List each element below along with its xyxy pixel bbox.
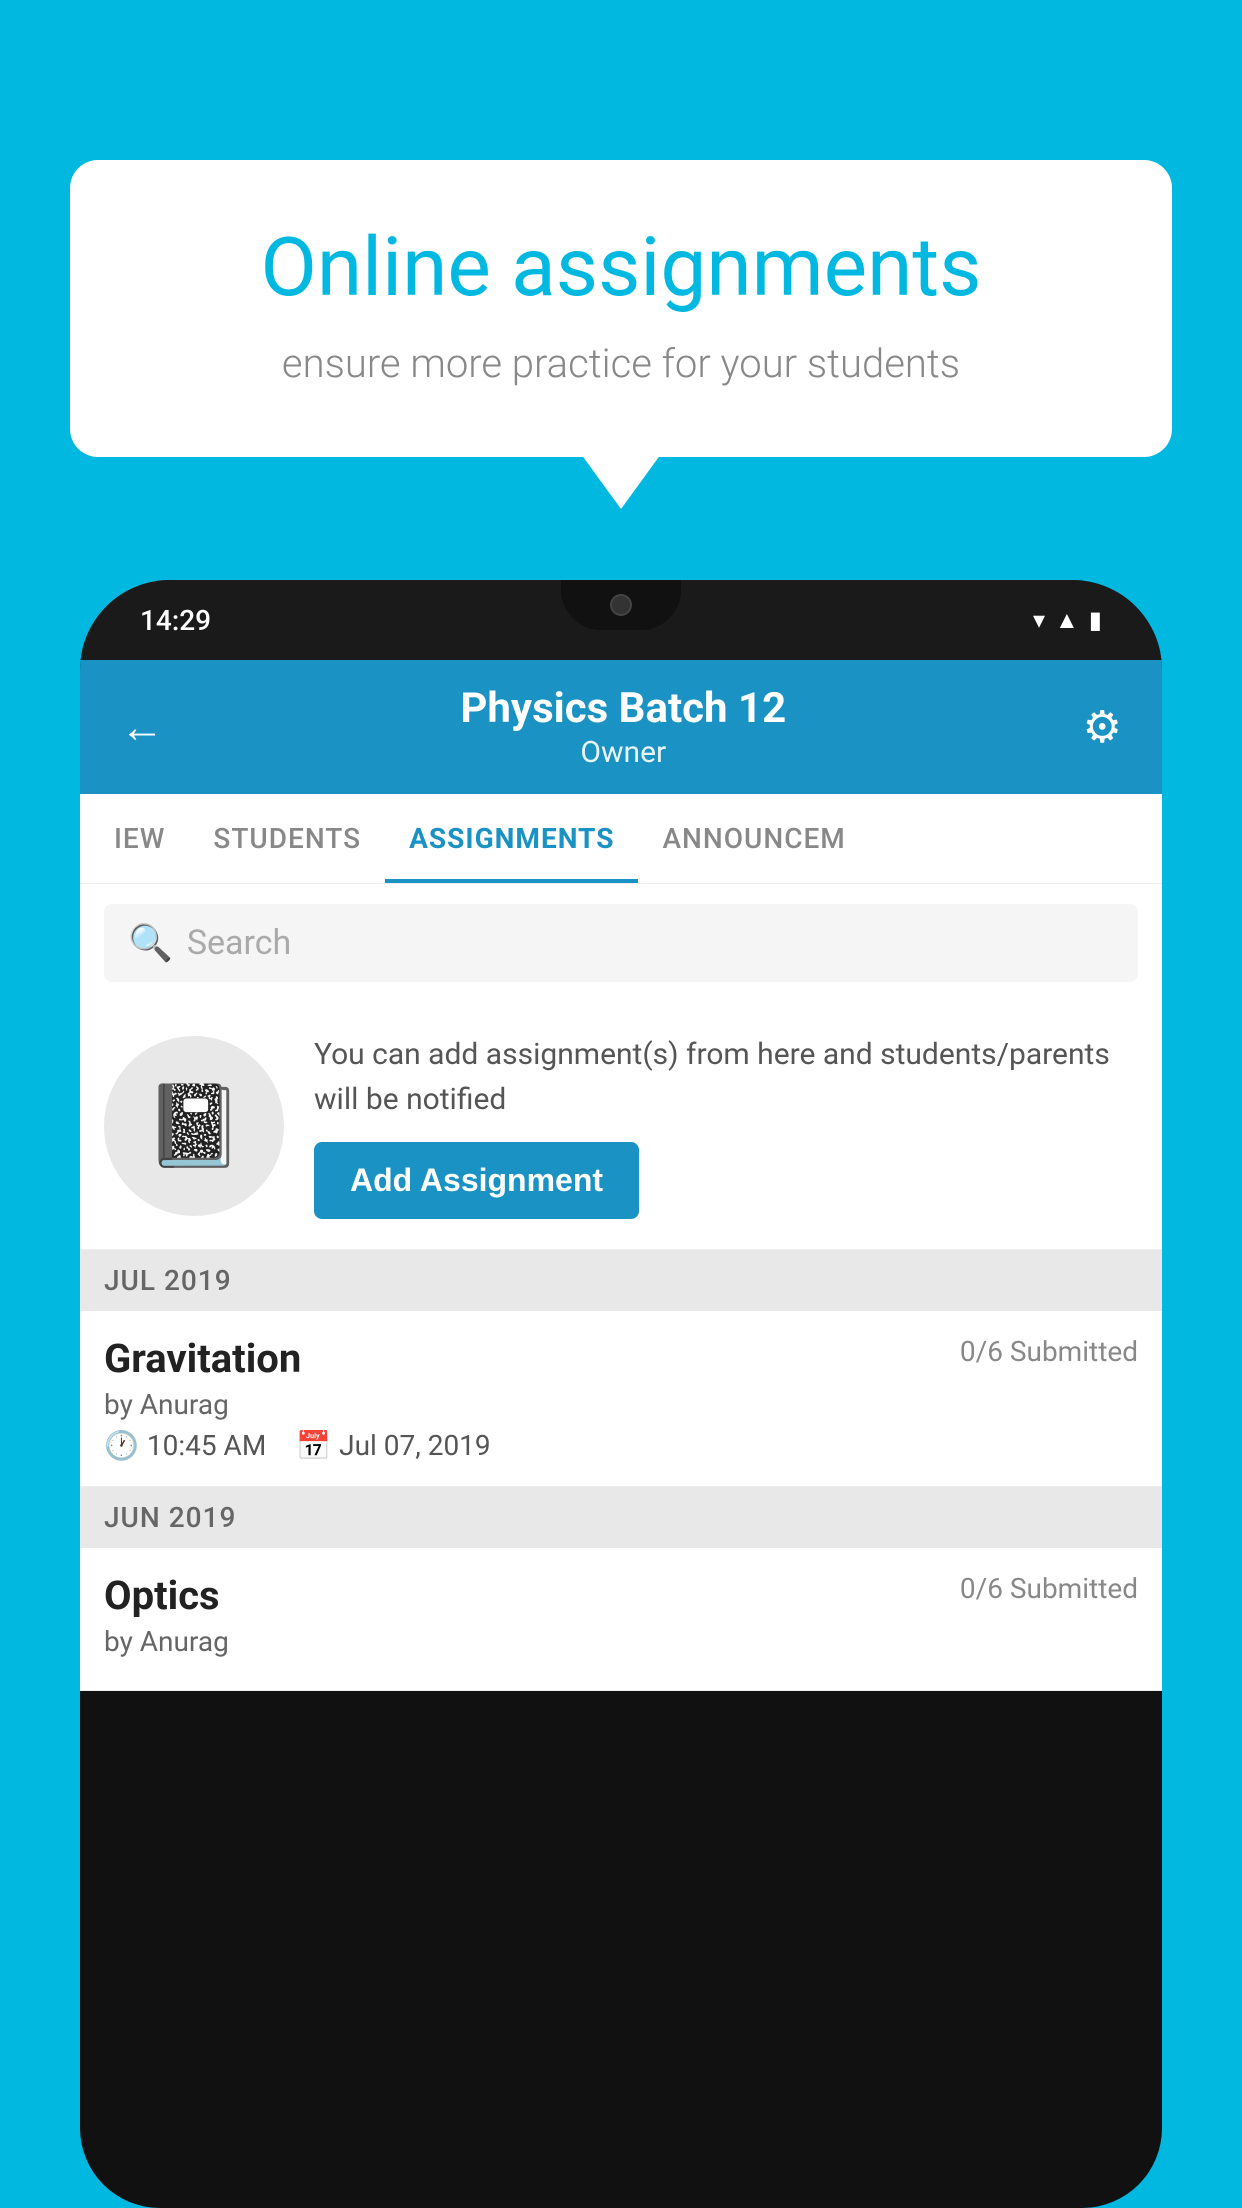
phone-frame: 14:29 ▾ ▲ ▮ ← Physics Batch 12 Owner ⚙ I…: [80, 580, 1162, 2208]
assignment-optics[interactable]: Optics 0/6 Submitted by Anurag: [80, 1548, 1162, 1691]
status-bar: 14:29 ▾ ▲ ▮: [80, 580, 1162, 660]
tab-students[interactable]: STUDENTS: [189, 794, 385, 883]
phone-camera: [610, 594, 632, 616]
promo-text: You can add assignment(s) from here and …: [314, 1032, 1138, 1122]
tab-announcements[interactable]: ANNOUNCEM: [638, 794, 869, 883]
phone-notch: [561, 580, 681, 630]
assignment-optics-by: by Anurag: [104, 1625, 1138, 1658]
add-assignment-button[interactable]: Add Assignment: [314, 1142, 639, 1219]
assignment-gravitation-submitted: 0/6 Submitted: [960, 1335, 1138, 1368]
speech-bubble-subtitle: ensure more practice for your students: [140, 340, 1102, 387]
tab-assignments[interactable]: ASSIGNMENTS: [385, 794, 638, 883]
speech-bubble-title: Online assignments: [140, 220, 1102, 316]
search-bar-container: 🔍 Search: [80, 884, 1162, 1002]
settings-button[interactable]: ⚙: [1083, 701, 1122, 753]
assignment-row1: Gravitation 0/6 Submitted: [104, 1335, 1138, 1382]
search-icon: 🔍: [128, 922, 173, 964]
gravitation-date: Jul 07, 2019: [339, 1429, 491, 1462]
app-header: ← Physics Batch 12 Owner ⚙: [80, 660, 1162, 794]
assignment-gravitation-meta: 🕐 10:45 AM 📅 Jul 07, 2019: [104, 1429, 1138, 1462]
assignment-optics-name: Optics: [104, 1572, 220, 1619]
calendar-icon: 📅: [296, 1429, 331, 1462]
add-assignment-promo: 📓 You can add assignment(s) from here an…: [80, 1002, 1162, 1250]
header-title-area: Physics Batch 12 Owner: [164, 684, 1083, 770]
tab-assignments-label: ASSIGNMENTS: [409, 822, 614, 855]
signal-icon: ▲: [1055, 606, 1079, 635]
phone-screen: 🔍 Search 📓 You can add assignment(s) fro…: [80, 884, 1162, 1691]
battery-icon: ▮: [1089, 606, 1102, 634]
speech-bubble-container: Online assignments ensure more practice …: [70, 160, 1172, 457]
assignment-gravitation-by: by Anurag: [104, 1388, 1138, 1421]
notebook-icon: 📓: [144, 1079, 244, 1173]
assignment-optics-row1: Optics 0/6 Submitted: [104, 1572, 1138, 1619]
batch-subtitle: Owner: [164, 735, 1083, 770]
tab-announcements-label: ANNOUNCEM: [662, 822, 845, 855]
section-jul-2019: JUL 2019: [80, 1250, 1162, 1311]
tab-iew[interactable]: IEW: [90, 794, 189, 883]
promo-content: You can add assignment(s) from here and …: [314, 1032, 1138, 1219]
section-jun-label: JUN 2019: [104, 1501, 236, 1534]
promo-icon-circle: 📓: [104, 1036, 284, 1216]
section-jul-label: JUL 2019: [104, 1264, 232, 1297]
clock-icon: 🕐: [104, 1429, 139, 1462]
tabs-bar: IEW STUDENTS ASSIGNMENTS ANNOUNCEM: [80, 794, 1162, 884]
assignment-gravitation[interactable]: Gravitation 0/6 Submitted by Anurag 🕐 10…: [80, 1311, 1162, 1487]
search-placeholder: Search: [187, 923, 291, 963]
assignment-gravitation-name: Gravitation: [104, 1335, 301, 1382]
assignment-optics-submitted: 0/6 Submitted: [960, 1572, 1138, 1605]
back-button[interactable]: ←: [120, 701, 164, 753]
gravitation-time: 10:45 AM: [147, 1429, 266, 1462]
tab-students-label: STUDENTS: [213, 822, 361, 855]
tab-iew-label: IEW: [114, 822, 165, 855]
status-time: 14:29: [140, 604, 211, 637]
section-jun-2019: JUN 2019: [80, 1487, 1162, 1548]
status-icons: ▾ ▲ ▮: [1033, 606, 1102, 635]
meta-time: 🕐 10:45 AM: [104, 1429, 266, 1462]
meta-date: 📅 Jul 07, 2019: [296, 1429, 490, 1462]
speech-bubble: Online assignments ensure more practice …: [70, 160, 1172, 457]
search-bar[interactable]: 🔍 Search: [104, 904, 1138, 982]
batch-title: Physics Batch 12: [164, 684, 1083, 733]
wifi-icon: ▾: [1033, 606, 1045, 634]
